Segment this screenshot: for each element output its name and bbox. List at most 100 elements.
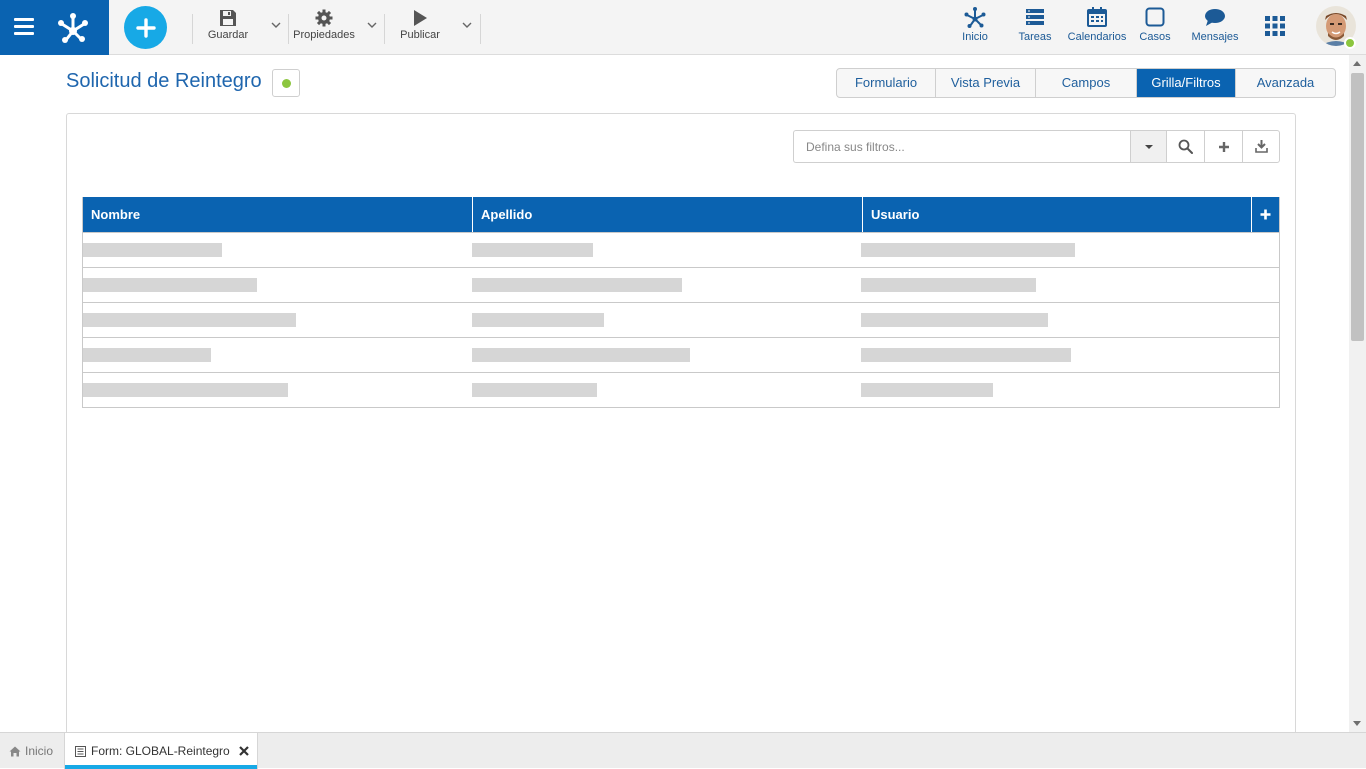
view-tabs: Formulario Vista Previa Campos Grilla/Fi… [836, 68, 1336, 98]
status-badge[interactable] [272, 69, 300, 97]
placeholder-bar [472, 313, 604, 327]
top-bar: Guardar Propiedades Publicar Inicio Tare… [0, 0, 1366, 55]
filter-dropdown-button[interactable] [1130, 130, 1166, 163]
tab-vista-previa[interactable]: Vista Previa [936, 69, 1036, 97]
placeholder-bar [472, 348, 690, 362]
menu-icon[interactable] [14, 18, 34, 35]
bottom-tab-form[interactable]: Form: GLOBAL-Reintegro [64, 733, 258, 769]
logo-icon[interactable] [56, 10, 90, 44]
placeholder-bar [861, 313, 1048, 327]
save-button[interactable]: Guardar [205, 9, 251, 45]
table-cell [861, 303, 1279, 338]
nav-inicio-label: Inicio [962, 31, 988, 43]
table-row[interactable] [83, 302, 1279, 337]
placeholder-bar [861, 278, 1036, 292]
filter-download-button[interactable] [1242, 130, 1280, 163]
add-button[interactable] [124, 6, 167, 49]
placeholder-bar [83, 243, 222, 257]
nav-casos[interactable]: Casos [1139, 6, 1171, 50]
nav-calendarios[interactable]: Calendarios [1066, 6, 1128, 50]
nav-calendarios-label: Calendarios [1067, 31, 1127, 43]
add-column-button[interactable] [1252, 197, 1279, 232]
search-icon [1178, 139, 1193, 154]
vertical-scrollbar[interactable] [1349, 55, 1366, 732]
column-header-nombre[interactable]: Nombre [83, 197, 473, 232]
bottom-tab-inicio-label: Inicio [25, 744, 54, 758]
column-header-apellido[interactable]: Apellido [473, 197, 863, 232]
scroll-down-arrow-icon[interactable] [1353, 721, 1361, 726]
toolbar-separator [192, 14, 193, 44]
nav-mensajes[interactable]: Mensajes [1190, 6, 1240, 50]
brand-area [0, 0, 109, 55]
form-icon [75, 745, 86, 757]
tasks-icon [1026, 9, 1044, 25]
tab-grilla-filtros[interactable]: Grilla/Filtros [1137, 69, 1236, 97]
grid-header: Nombre Apellido Usuario [83, 197, 1279, 232]
table-cell [861, 338, 1279, 373]
tab-campos[interactable]: Campos [1036, 69, 1137, 97]
save-dropdown-chevron-icon[interactable] [271, 21, 281, 29]
scroll-up-arrow-icon[interactable] [1353, 61, 1361, 66]
data-grid: Nombre Apellido Usuario [82, 197, 1280, 408]
placeholder-bar [861, 243, 1075, 257]
table-row[interactable] [83, 337, 1279, 372]
apps-grid-icon[interactable] [1265, 16, 1285, 36]
table-cell [83, 268, 472, 303]
plus-icon [135, 17, 156, 38]
play-icon [414, 10, 427, 26]
table-cell [472, 303, 861, 338]
close-icon[interactable] [238, 746, 249, 756]
chat-bubble-icon [1205, 9, 1225, 26]
cases-icon [1145, 7, 1165, 27]
filter-bar [793, 130, 1280, 163]
table-cell [472, 268, 861, 303]
publish-label: Publicar [400, 29, 440, 41]
properties-button[interactable]: Propiedades [292, 9, 356, 45]
publish-button[interactable]: Publicar [398, 9, 442, 45]
table-cell [83, 373, 472, 408]
placeholder-bar [472, 278, 682, 292]
placeholder-bar [472, 243, 593, 257]
placeholder-bar [861, 348, 1071, 362]
table-cell [861, 233, 1279, 268]
nav-mensajes-label: Mensajes [1191, 31, 1239, 43]
scroll-thumb[interactable] [1351, 73, 1364, 341]
calendar-icon [1087, 7, 1107, 27]
table-cell [472, 233, 861, 268]
table-cell [861, 268, 1279, 303]
table-row[interactable] [83, 372, 1279, 407]
toolbar-separator [384, 14, 385, 44]
page-title: Solicitud de Reintegro [66, 70, 262, 92]
toolbar-separator [480, 14, 481, 44]
online-status-dot [1344, 37, 1356, 49]
bottom-tab-inicio[interactable]: Inicio [9, 733, 61, 769]
filter-input[interactable] [793, 130, 1130, 163]
nav-inicio[interactable]: Inicio [958, 6, 992, 50]
table-cell [83, 303, 472, 338]
plus-icon [1218, 141, 1229, 152]
tab-avanzada[interactable]: Avanzada [1236, 69, 1335, 97]
placeholder-bar [83, 348, 211, 362]
placeholder-bar [472, 383, 597, 397]
placeholder-bar [83, 313, 296, 327]
column-header-usuario[interactable]: Usuario [863, 197, 1252, 232]
bottom-tab-bar: Inicio Form: GLOBAL-Reintegro [0, 732, 1366, 769]
caret-down-icon [1144, 144, 1153, 149]
table-row[interactable] [83, 232, 1279, 267]
table-cell [83, 338, 472, 373]
table-row[interactable] [83, 267, 1279, 302]
bottom-tab-form-label: Form: GLOBAL-Reintegro [91, 744, 230, 758]
network-home-icon [964, 7, 986, 28]
floppy-icon [220, 10, 236, 26]
home-icon [9, 746, 21, 756]
plus-icon [1260, 209, 1271, 220]
nav-tareas[interactable]: Tareas [1017, 6, 1053, 50]
filter-add-button[interactable] [1204, 130, 1242, 163]
publish-dropdown-chevron-icon[interactable] [462, 21, 472, 29]
gear-icon [315, 9, 333, 27]
tab-formulario[interactable]: Formulario [837, 69, 936, 97]
status-dot-icon [281, 78, 291, 88]
table-cell [83, 233, 472, 268]
filter-search-button[interactable] [1166, 130, 1204, 163]
properties-dropdown-chevron-icon[interactable] [367, 21, 377, 29]
